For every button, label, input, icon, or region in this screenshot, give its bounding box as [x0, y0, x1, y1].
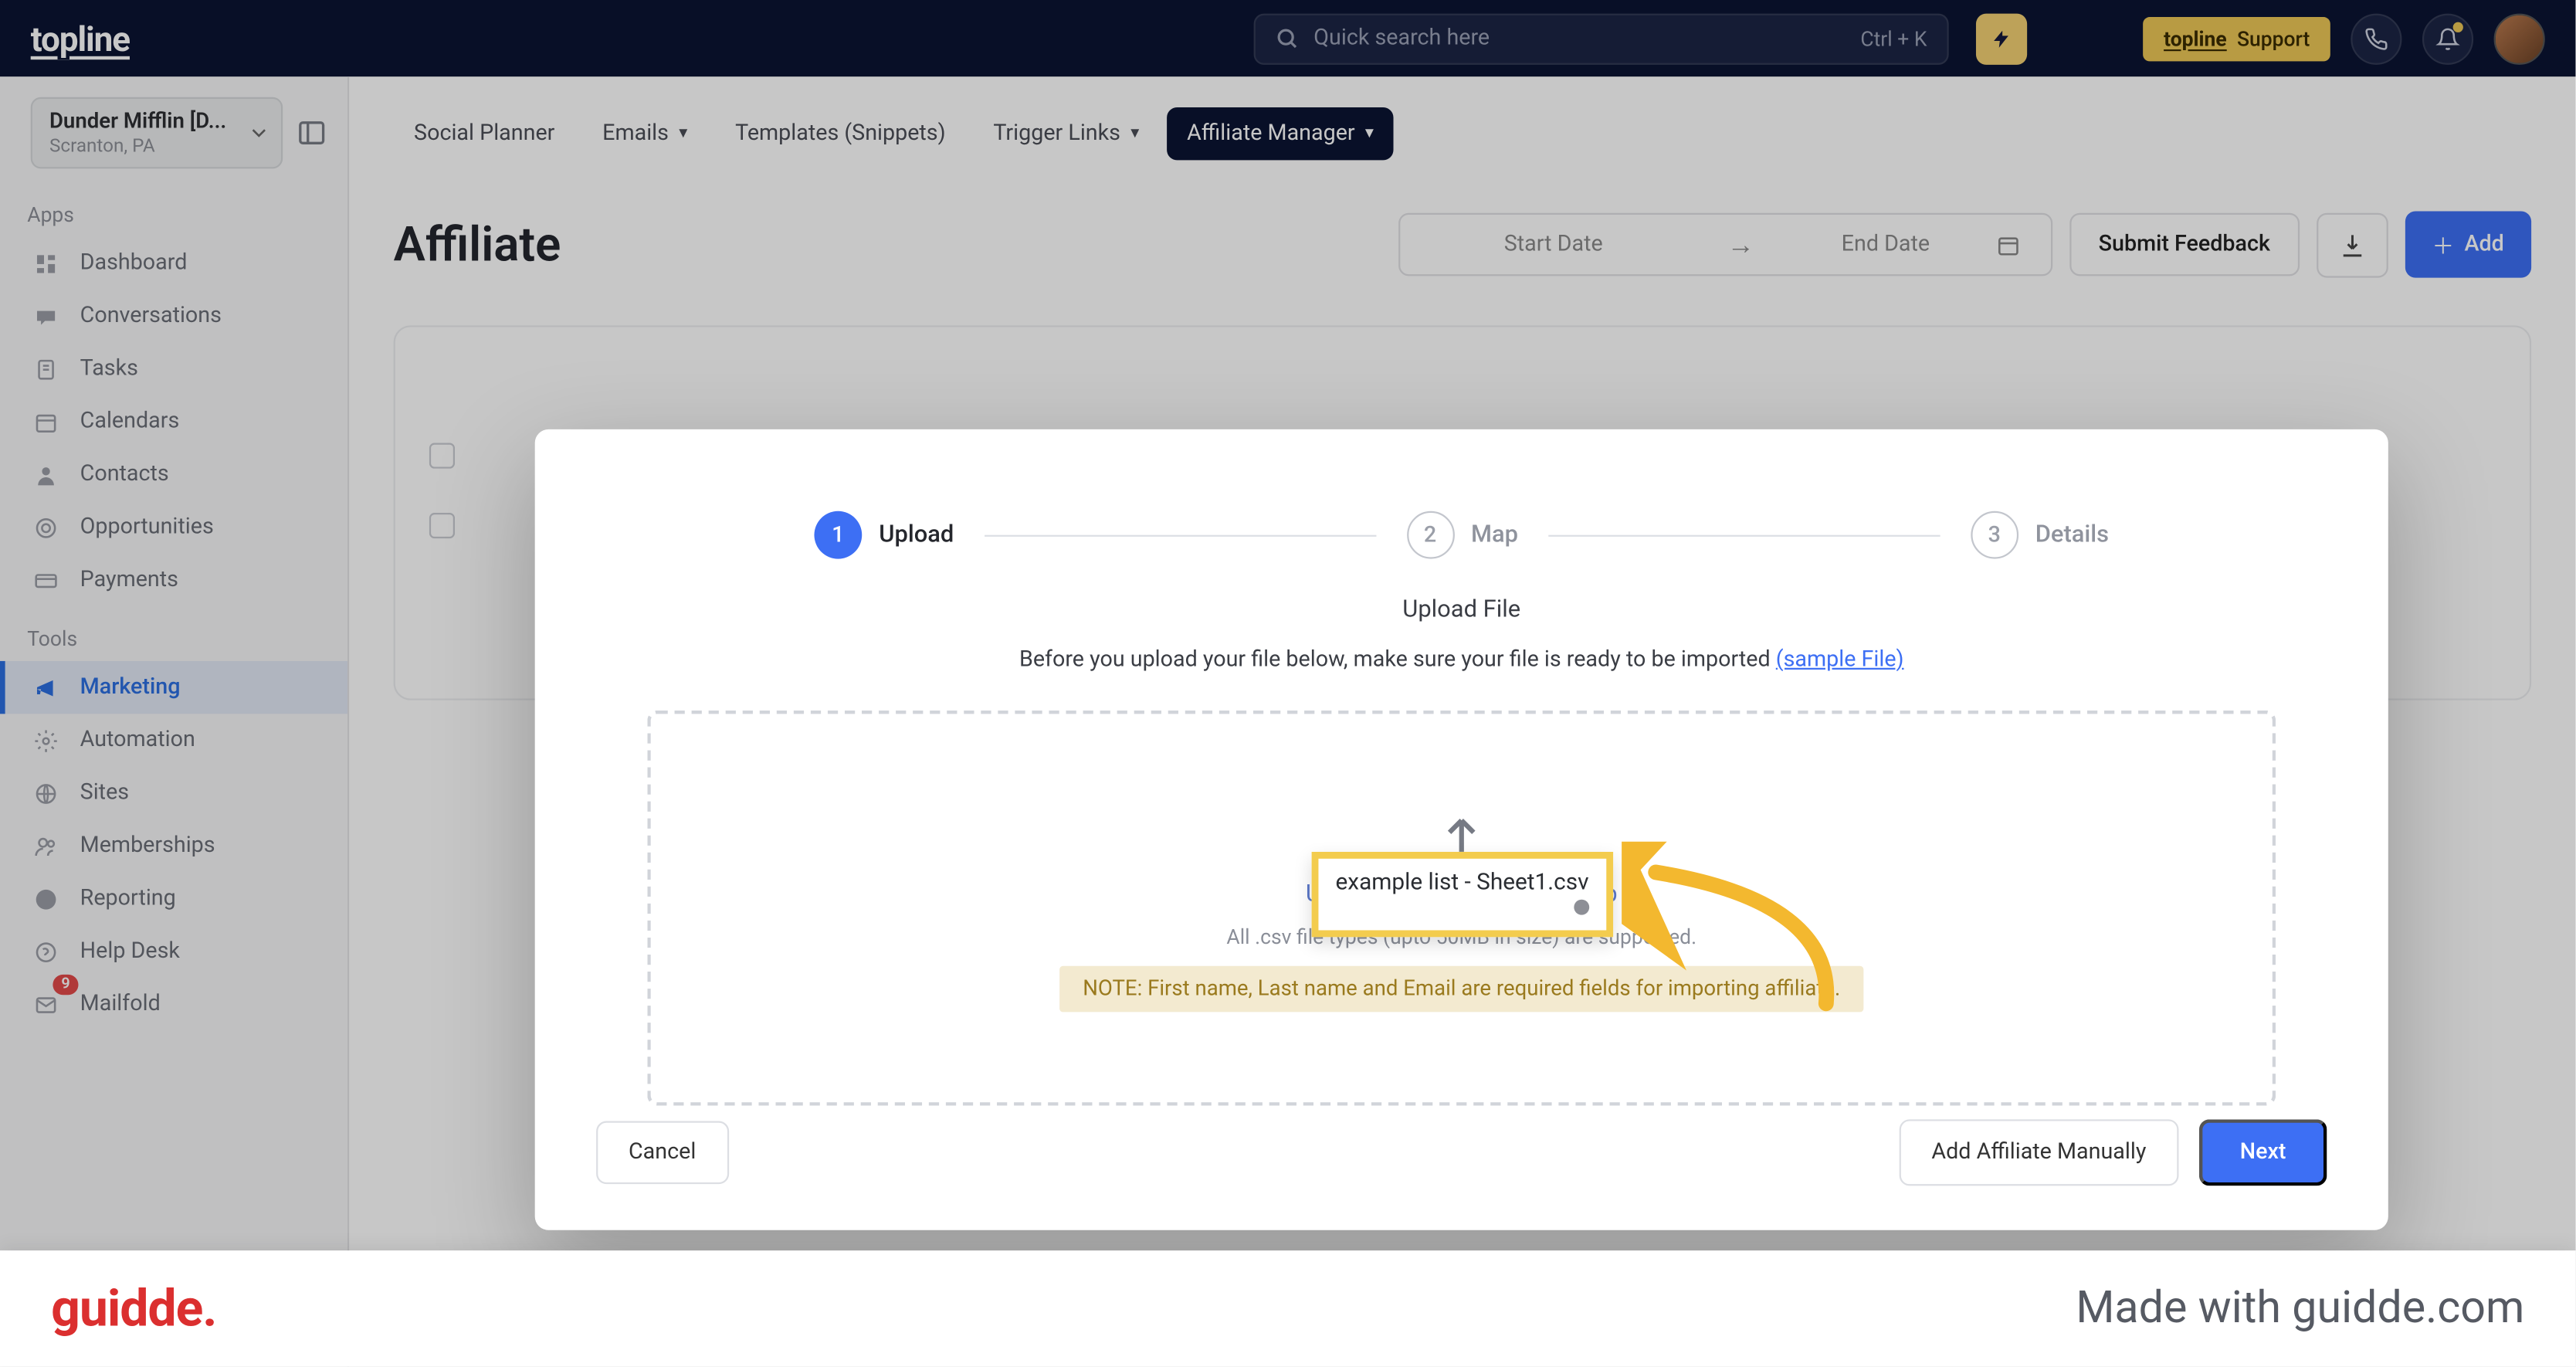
sidebar-item-memberships[interactable]: Memberships [0, 819, 347, 872]
step-map[interactable]: 2 Map [1406, 511, 1518, 559]
chevron-down-icon: ▾ [1130, 124, 1139, 143]
notification-dot [2453, 22, 2463, 32]
panel-toggle-icon[interactable] [297, 117, 327, 148]
end-date-field[interactable]: End Date [1775, 215, 1997, 274]
target-icon [32, 515, 59, 539]
tab-affiliate-manager[interactable]: Affiliate Manager▾ [1167, 107, 1395, 160]
chevron-down-icon [247, 121, 271, 145]
search-input[interactable]: Quick search here Ctrl + K [1254, 13, 1949, 64]
guidde-banner: guidde. Made with guidde.com [0, 1250, 2575, 1366]
sidebar-item-opportunities[interactable]: Opportunities [0, 501, 347, 554]
sidebar-heading-tools: Tools [0, 606, 347, 661]
file-chip-callout: example list - Sheet1.csv [1312, 852, 1613, 937]
chat-icon [32, 304, 59, 328]
bell-button[interactable] [2422, 13, 2473, 64]
sidebar-item-calendars[interactable]: Calendars [0, 395, 347, 448]
start-date-field[interactable]: Start Date [1400, 215, 1707, 274]
sidebar: Dunder Mifflin [D... Scranton, PA Apps D… [0, 76, 349, 1366]
tasks-icon [32, 357, 59, 381]
add-manually-button[interactable]: Add Affiliate Manually [1899, 1119, 2178, 1186]
sidebar-heading-apps: Apps [0, 182, 347, 237]
calendar-icon [32, 410, 59, 434]
sample-file-link[interactable]: (sample File) [1776, 647, 1904, 673]
users-icon [32, 834, 59, 858]
tab-templates[interactable]: Templates (Snippets) [715, 107, 966, 160]
search-shortcut: Ctrl + K [1860, 26, 1927, 50]
sidebar-item-mailfold[interactable]: Mailfold9 [0, 978, 347, 1030]
page-title: Affiliate [394, 216, 561, 273]
step-details[interactable]: 3 Details [1971, 511, 2109, 559]
bolt-button[interactable] [1976, 13, 2027, 64]
submit-feedback-button[interactable]: Submit Feedback [2069, 213, 2299, 276]
payments-icon [32, 568, 59, 592]
mail-icon [32, 992, 59, 1016]
globe-icon [32, 781, 59, 805]
close-icon[interactable] [1574, 900, 1589, 915]
modal-subtitle: Upload File [576, 596, 2347, 623]
contacts-icon [32, 463, 59, 487]
dashboard-icon [32, 251, 59, 275]
topbar: topline Quick search here Ctrl + K topli… [0, 0, 2575, 76]
upload-modal: 1 Upload 2 Map 3 Details Upload File Bef… [535, 429, 2388, 1230]
search-placeholder: Quick search here [1313, 25, 1846, 51]
sidebar-item-automation[interactable]: Automation [0, 714, 347, 766]
phone-button[interactable] [2351, 13, 2401, 64]
row-checkbox[interactable] [429, 443, 455, 469]
made-with-label: Made with guidde.com [2076, 1283, 2524, 1334]
chart-icon [32, 887, 59, 911]
download-button[interactable] [2317, 212, 2388, 277]
stepper: 1 Upload 2 Map 3 Details [576, 511, 2347, 559]
guidde-logo: guidde. [51, 1279, 216, 1338]
arrow-right-icon: → [1707, 228, 1774, 262]
help-icon [32, 940, 59, 964]
cancel-button[interactable]: Cancel [596, 1121, 728, 1185]
gear-icon [32, 728, 59, 752]
tabs: Social Planner Emails▾ Templates (Snippe… [394, 76, 2532, 160]
step-upload[interactable]: 1 Upload [814, 511, 954, 559]
badge-count: 9 [53, 975, 78, 995]
search-icon [1276, 26, 1300, 50]
modal-description: Before you upload your file below, make … [576, 647, 2347, 673]
sidebar-item-helpdesk[interactable]: Help Desk [0, 925, 347, 978]
sidebar-item-contacts[interactable]: Contacts [0, 448, 347, 500]
megaphone-icon [32, 676, 59, 700]
support-button[interactable]: topline Support [2144, 16, 2330, 60]
calendar-icon[interactable] [1996, 232, 2051, 256]
tab-trigger-links[interactable]: Trigger Links▾ [973, 107, 1160, 160]
sidebar-item-tasks[interactable]: Tasks [0, 342, 347, 395]
sidebar-item-dashboard[interactable]: Dashboard [0, 237, 347, 290]
app-logo: topline [31, 18, 130, 59]
callout-arrow [1622, 842, 1860, 1029]
tab-emails[interactable]: Emails▾ [582, 107, 708, 160]
tab-social-planner[interactable]: Social Planner [394, 107, 575, 160]
row-checkbox[interactable] [429, 513, 455, 538]
avatar[interactable] [2494, 13, 2545, 64]
chevron-down-icon: ▾ [679, 124, 687, 143]
sidebar-item-sites[interactable]: Sites [0, 767, 347, 819]
add-button[interactable]: ＋ Add [2405, 212, 2531, 278]
sidebar-item-marketing[interactable]: Marketing [0, 661, 347, 714]
sidebar-item-payments[interactable]: Payments [0, 554, 347, 606]
sidebar-item-reporting[interactable]: Reporting [0, 872, 347, 924]
date-range[interactable]: Start Date → End Date [1398, 213, 2052, 276]
plus-icon: ＋ [2432, 229, 2455, 261]
location-selector[interactable]: Dunder Mifflin [D... Scranton, PA [31, 97, 283, 169]
chevron-down-icon: ▾ [1365, 124, 1374, 143]
next-button[interactable]: Next [2199, 1119, 2327, 1186]
sidebar-item-conversations[interactable]: Conversations [0, 290, 347, 342]
